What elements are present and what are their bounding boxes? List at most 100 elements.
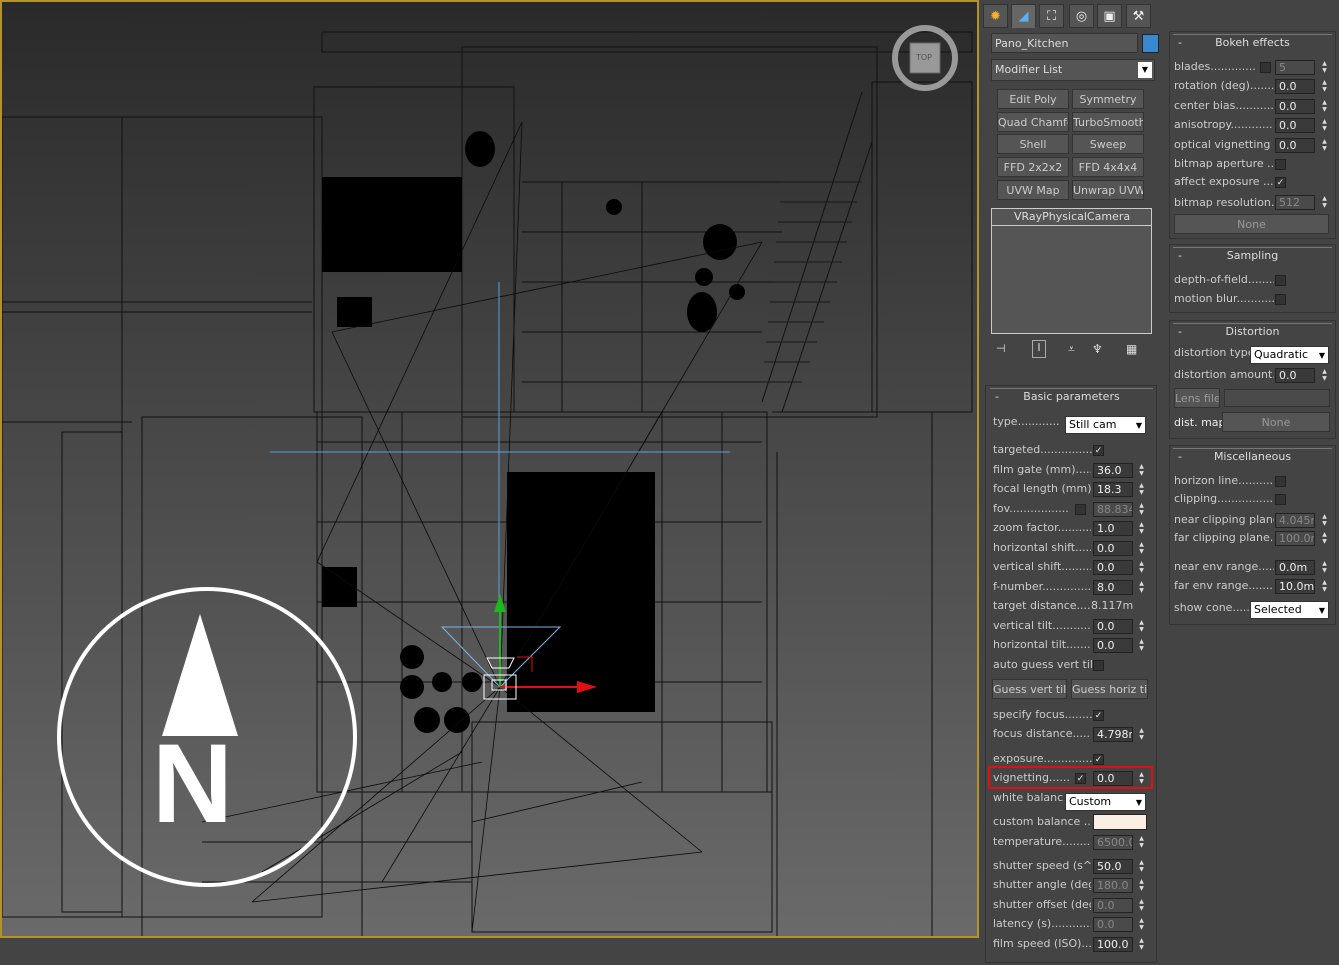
bitmap-aperture-checkbox[interactable] bbox=[1275, 159, 1286, 170]
optical-vignetting-spinner-arrows-icon[interactable]: ▲ ▼ bbox=[1320, 138, 1329, 153]
shutter-angle-spinner-arrows-icon[interactable]: ▲ ▼ bbox=[1137, 878, 1146, 893]
zoom-factor-spinner[interactable]: 1.0 bbox=[1093, 521, 1133, 536]
film-gate-spinner[interactable]: 36.0 bbox=[1093, 463, 1133, 478]
focal-length-spinner-arrows-icon[interactable]: ▲ ▼ bbox=[1137, 482, 1146, 497]
uvw-map-button[interactable]: UVW Map bbox=[997, 180, 1069, 200]
far-env-range-spinner-arrows-icon[interactable]: ▲ ▼ bbox=[1320, 579, 1329, 594]
distortion-title[interactable]: - Distortion bbox=[1173, 323, 1332, 339]
vignetting-spinner-arrows-icon[interactable]: ▲ ▼ bbox=[1137, 771, 1146, 786]
center-bias-spinner[interactable]: 0.0 bbox=[1275, 99, 1315, 114]
shutter-speed-spinner-arrows-icon[interactable]: ▲ ▼ bbox=[1137, 859, 1146, 874]
lens-file-path-field[interactable] bbox=[1224, 389, 1330, 407]
ffd-2x2x2-button[interactable]: FFD 2x2x2 bbox=[997, 157, 1069, 177]
configure-modifier-sets-icon[interactable]: ▦ bbox=[1126, 342, 1137, 356]
horizontal-shift-spinner-arrows-icon[interactable]: ▲ ▼ bbox=[1137, 541, 1146, 556]
modifier-stack-item[interactable]: VRayPhysicalCamera bbox=[992, 209, 1151, 226]
distortion-type-dropdown[interactable]: Quadratic ▼ bbox=[1250, 346, 1329, 364]
white-balance-dropdown[interactable]: Custom ▼ bbox=[1065, 793, 1146, 811]
film-speed-spinner-arrows-icon[interactable]: ▲ ▼ bbox=[1137, 937, 1146, 952]
optical-vignetting-spinner[interactable]: 0.0 bbox=[1275, 138, 1315, 153]
latency-spinner-arrows-icon[interactable]: ▲ ▼ bbox=[1137, 917, 1146, 932]
f-number-spinner[interactable]: 8.0 bbox=[1093, 580, 1133, 595]
shutter-offset-spinner-arrows-icon[interactable]: ▲ ▼ bbox=[1137, 898, 1146, 913]
guess-vert-tilt-button[interactable]: Guess vert tilt bbox=[992, 679, 1067, 699]
camera-type-dropdown[interactable]: Still cam ▼ bbox=[1065, 416, 1146, 434]
basic-parameters-title[interactable]: - Basic parameters bbox=[990, 388, 1153, 404]
shutter-angle-spinner[interactable]: 180.0 bbox=[1093, 878, 1133, 893]
bitmap-resolution-spinner-arrows-icon[interactable]: ▲ ▼ bbox=[1320, 195, 1329, 210]
object-color-swatch[interactable] bbox=[1142, 34, 1159, 53]
near-env-range-spinner[interactable]: 0.0m bbox=[1275, 560, 1315, 575]
shutter-offset-spinner[interactable]: 0.0 bbox=[1093, 898, 1133, 913]
display-tab-icon[interactable]: ▣ bbox=[1097, 4, 1122, 28]
collapse-icon[interactable]: - bbox=[1178, 449, 1182, 464]
clipping-checkbox[interactable] bbox=[1275, 494, 1286, 505]
unwrap-uvw-button[interactable]: Unwrap UVW bbox=[1072, 180, 1144, 200]
targeted-checkbox[interactable]: ✓ bbox=[1093, 445, 1104, 456]
depth-of-field-checkbox[interactable] bbox=[1275, 275, 1286, 286]
zoom-factor-spinner-arrows-icon[interactable]: ▲ ▼ bbox=[1137, 521, 1146, 536]
sampling-title[interactable]: - Sampling bbox=[1173, 247, 1332, 263]
focus-distance-spinner-arrows-icon[interactable]: ▲ ▼ bbox=[1137, 727, 1146, 742]
fov-spinner[interactable]: 88.834 bbox=[1093, 502, 1133, 517]
top-viewport[interactable]: N TOP bbox=[0, 0, 979, 938]
vertical-shift-spinner-arrows-icon[interactable]: ▲ ▼ bbox=[1137, 560, 1146, 575]
collapse-icon[interactable]: - bbox=[1178, 324, 1182, 339]
near-clipping-plane-spinner[interactable]: 4.045m bbox=[1275, 513, 1315, 528]
far-clipping-plane-spinner[interactable]: 100.0m bbox=[1275, 531, 1315, 546]
horizontal-shift-spinner[interactable]: 0.0 bbox=[1093, 541, 1133, 556]
modify-tab-icon[interactable]: ◢ bbox=[1011, 4, 1036, 28]
fov-spinner-arrows-icon[interactable]: ▲ ▼ bbox=[1137, 502, 1146, 517]
object-name-field[interactable]: Pano_Kitchen bbox=[991, 33, 1138, 53]
scene-wireframe[interactable] bbox=[2, 2, 977, 936]
latency-spinner[interactable]: 0.0 bbox=[1093, 917, 1133, 932]
lens-file-button[interactable]: Lens file bbox=[1174, 388, 1220, 408]
vignetting-checkbox[interactable]: ✓ bbox=[1075, 773, 1086, 784]
ffd-4x4x4-button[interactable]: FFD 4x4x4 bbox=[1072, 157, 1144, 177]
dist-map-none-button[interactable]: None bbox=[1222, 412, 1330, 432]
motion-blur-checkbox[interactable] bbox=[1275, 294, 1286, 305]
auto-guess-vert-tilt-checkbox[interactable] bbox=[1093, 660, 1104, 671]
shutter-speed-spinner[interactable]: 50.0 bbox=[1093, 859, 1133, 874]
near-env-range-spinner-arrows-icon[interactable]: ▲ ▼ bbox=[1320, 560, 1329, 575]
anisotropy-spinner[interactable]: 0.0 bbox=[1275, 118, 1315, 133]
vertical-tilt-spinner-arrows-icon[interactable]: ▲ ▼ bbox=[1137, 619, 1146, 634]
horizontal-tilt-spinner-arrows-icon[interactable]: ▲ ▼ bbox=[1137, 638, 1146, 653]
anisotropy-spinner-arrows-icon[interactable]: ▲ ▼ bbox=[1320, 118, 1329, 133]
make-unique-icon[interactable]: ⩡ bbox=[1068, 342, 1075, 357]
bokeh-effects-title[interactable]: - Bokeh effects bbox=[1173, 34, 1332, 50]
quad-chamfer-button[interactable]: Quad Chamfer bbox=[997, 112, 1069, 132]
temperature-spinner-arrows-icon[interactable]: ▲ ▼ bbox=[1137, 835, 1146, 850]
custom-balance-swatch[interactable] bbox=[1093, 814, 1147, 830]
create-tab-icon[interactable]: ✹ bbox=[983, 4, 1008, 28]
film-gate-spinner-arrows-icon[interactable]: ▲ ▼ bbox=[1137, 463, 1146, 478]
blades-spinner[interactable]: 5 bbox=[1275, 60, 1315, 75]
vignetting-spinner[interactable]: 0.0 bbox=[1093, 771, 1133, 786]
specify-focus-checkbox[interactable]: ✓ bbox=[1093, 710, 1104, 721]
edit-poly-button[interactable]: Edit Poly bbox=[997, 89, 1069, 109]
near-clipping-plane-spinner-arrows-icon[interactable]: ▲ ▼ bbox=[1320, 513, 1329, 528]
fov-checkbox[interactable] bbox=[1075, 504, 1086, 515]
shell-button[interactable]: Shell bbox=[997, 134, 1069, 154]
collapse-icon[interactable]: - bbox=[1178, 248, 1182, 263]
modifier-list-dropdown[interactable]: Modifier List ▼ bbox=[991, 59, 1155, 81]
vertical-shift-spinner[interactable]: 0.0 bbox=[1093, 560, 1133, 575]
show-cone-dropdown[interactable]: Selected ▼ bbox=[1250, 601, 1329, 619]
collapse-icon[interactable]: - bbox=[995, 389, 999, 404]
viewcube-top-label[interactable]: TOP bbox=[916, 53, 932, 62]
center-bias-spinner-arrows-icon[interactable]: ▲ ▼ bbox=[1320, 99, 1329, 114]
turbosmooth-button[interactable]: TurboSmooth bbox=[1072, 112, 1144, 132]
bokeh-map-none-button[interactable]: None bbox=[1174, 214, 1329, 234]
f-number-spinner-arrows-icon[interactable]: ▲ ▼ bbox=[1137, 580, 1146, 595]
collapse-icon[interactable]: - bbox=[1178, 35, 1182, 50]
guess-horiz-tilt-button[interactable]: Guess horiz tilt bbox=[1071, 679, 1148, 699]
focus-distance-spinner[interactable]: 4.798m bbox=[1093, 727, 1133, 742]
temperature-spinner[interactable]: 6500.0 bbox=[1093, 835, 1133, 850]
hierarchy-tab-icon[interactable]: ⛶ bbox=[1039, 4, 1064, 28]
vertical-tilt-spinner[interactable]: 0.0 bbox=[1093, 619, 1133, 634]
utilities-tab-icon[interactable]: ⚒ bbox=[1126, 4, 1151, 28]
film-speed-spinner[interactable]: 100.0 bbox=[1093, 937, 1133, 952]
horizon-line-checkbox[interactable] bbox=[1275, 476, 1286, 487]
miscellaneous-title[interactable]: - Miscellaneous bbox=[1173, 448, 1332, 464]
far-env-range-spinner[interactable]: 10.0m bbox=[1275, 579, 1315, 594]
